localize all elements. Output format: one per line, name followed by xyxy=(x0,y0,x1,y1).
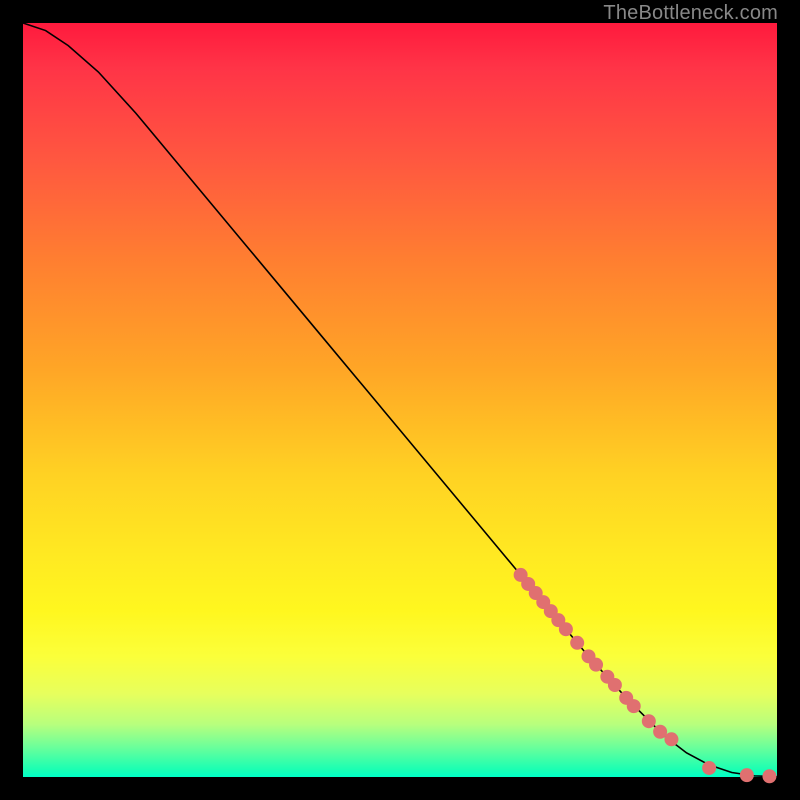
data-point xyxy=(590,658,603,671)
attribution-text: TheBottleneck.com xyxy=(603,2,778,25)
data-point xyxy=(654,725,667,738)
data-point xyxy=(571,636,584,649)
data-point xyxy=(665,733,678,746)
data-point xyxy=(763,770,776,783)
chart-overlay xyxy=(23,23,777,777)
data-point-group xyxy=(514,568,776,782)
main-curve xyxy=(23,23,777,777)
data-point xyxy=(703,761,716,774)
data-point xyxy=(740,769,753,782)
data-point xyxy=(642,715,655,728)
data-point xyxy=(559,623,572,636)
data-point xyxy=(608,679,621,692)
data-point xyxy=(627,700,640,713)
